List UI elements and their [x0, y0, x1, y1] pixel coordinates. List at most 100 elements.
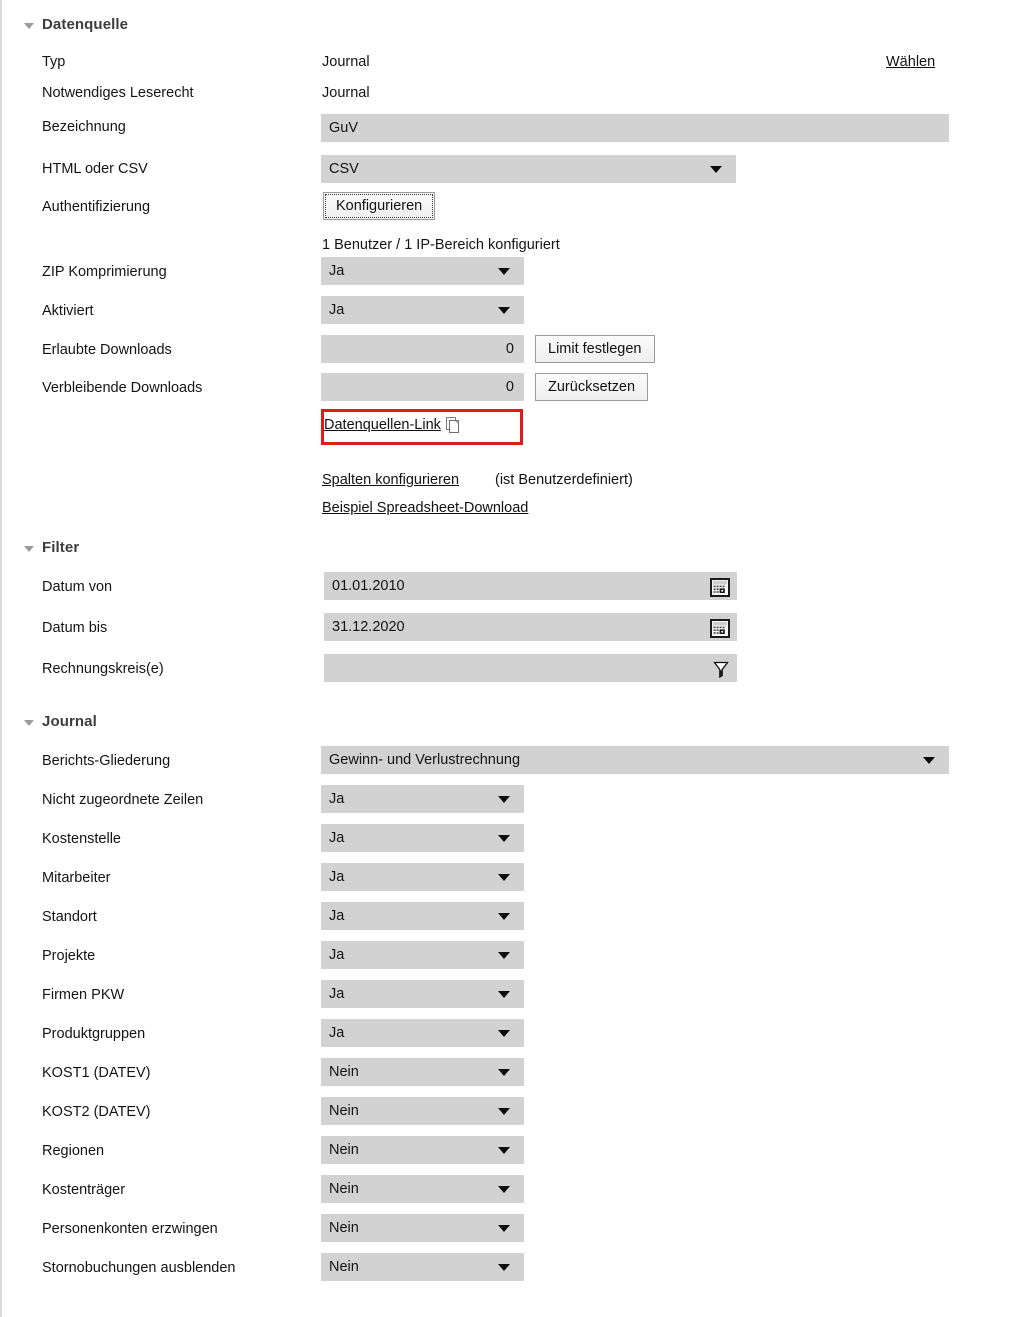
- journal-option-value: Ja: [329, 830, 345, 846]
- auth-status-text: 1 Benutzer / 1 IP-Bereich konfiguriert: [322, 237, 560, 253]
- journal-option-value: Nein: [329, 1103, 359, 1119]
- row-datum-bis: Datum bis: [2, 613, 1015, 643]
- label-rechnungskreise: Rechnungskreis(e): [42, 661, 164, 677]
- calendar-icon[interactable]: [710, 578, 730, 601]
- chevron-down-icon: [498, 1263, 510, 1271]
- label-erlaubte-downloads: Erlaubte Downloads: [42, 342, 172, 358]
- row-typ: Typ Journal Wählen: [2, 47, 1015, 77]
- journal-option-label: Stornobuchungen ausblenden: [42, 1260, 236, 1276]
- row-leserecht: Notwendiges Leserecht Journal: [2, 78, 1015, 108]
- label-leserecht: Notwendiges Leserecht: [42, 85, 194, 101]
- filter-funnel-icon[interactable]: [712, 659, 730, 683]
- chevron-down-icon: [24, 719, 34, 726]
- aktiviert-dropdown[interactable]: Ja: [321, 296, 524, 324]
- row-journal-option: KOST1 (DATEV) Nein: [2, 1058, 1015, 1088]
- chevron-down-icon: [498, 795, 510, 803]
- row-journal-option: Mitarbeiter Ja: [2, 863, 1015, 893]
- row-auth: Authentifizierung Konfigurieren: [2, 192, 1015, 222]
- zuruecksetzen-button[interactable]: Zurücksetzen: [535, 373, 649, 401]
- label-typ: Typ: [42, 54, 66, 70]
- journal-option-dropdown[interactable]: Nein: [321, 1058, 524, 1086]
- beispiel-spreadsheet-download-link[interactable]: Beispiel Spreadsheet-Download: [322, 498, 528, 518]
- row-journal-option: KOST2 (DATEV) Nein: [2, 1097, 1015, 1127]
- spalten-konfigurieren-link[interactable]: Spalten konfigurieren: [322, 470, 459, 490]
- bezeichnung-input[interactable]: [321, 114, 949, 142]
- verbleibende-downloads-input[interactable]: [321, 373, 524, 401]
- journal-option-value: Ja: [329, 908, 345, 924]
- chevron-down-icon: [498, 912, 510, 920]
- chevron-down-icon: [498, 1224, 510, 1232]
- waehlen-link[interactable]: Wählen: [886, 52, 935, 72]
- datenquellen-link-label: Datenquellen-Link: [324, 417, 441, 433]
- limit-festlegen-button[interactable]: Limit festlegen: [535, 335, 655, 363]
- calendar-icon[interactable]: [710, 619, 730, 642]
- label-datum-bis: Datum bis: [42, 620, 108, 636]
- row-format: HTML oder CSV CSV: [2, 154, 1015, 184]
- copy-icon[interactable]: [443, 415, 463, 435]
- journal-option-value: Nein: [329, 1064, 359, 1080]
- chevron-down-icon: [498, 990, 510, 998]
- journal-option-dropdown[interactable]: Ja: [321, 902, 524, 930]
- journal-option-dropdown[interactable]: Nein: [321, 1097, 524, 1125]
- chevron-down-icon: [498, 1068, 510, 1076]
- journal-option-label: Nicht zugeordnete Zeilen: [42, 792, 204, 808]
- row-journal-option: Kostenträger Nein: [2, 1175, 1015, 1205]
- chevron-down-icon: [710, 165, 722, 173]
- journal-option-label: KOST1 (DATEV): [42, 1065, 151, 1081]
- value-typ: Journal: [322, 54, 370, 70]
- zip-dropdown[interactable]: Ja: [321, 257, 524, 285]
- journal-option-label: Regionen: [42, 1143, 105, 1159]
- journal-option-value: Ja: [329, 791, 345, 807]
- journal-option-dropdown[interactable]: Ja: [321, 863, 524, 891]
- journal-option-label: Firmen PKW: [42, 987, 125, 1003]
- section-header-journal[interactable]: Journal: [24, 713, 97, 730]
- erlaubte-downloads-input[interactable]: [321, 335, 524, 363]
- section-header-filter[interactable]: Filter: [24, 539, 79, 556]
- chevron-down-icon: [498, 306, 510, 314]
- journal-option-label: KOST2 (DATEV): [42, 1104, 151, 1120]
- row-journal-option: Standort Ja: [2, 902, 1015, 932]
- journal-option-value: Nein: [329, 1181, 359, 1197]
- label-berichts-gliederung: Berichts-Gliederung: [42, 753, 171, 769]
- chevron-down-icon: [498, 1146, 510, 1154]
- journal-option-dropdown[interactable]: Ja: [321, 941, 524, 969]
- berichts-gliederung-dropdown[interactable]: Gewinn- und Verlustrechnung: [321, 746, 949, 774]
- rechnungskreise-input[interactable]: [324, 654, 737, 682]
- section-header-datenquelle[interactable]: Datenquelle: [24, 16, 128, 33]
- journal-option-dropdown[interactable]: Nein: [321, 1136, 524, 1164]
- row-datum-von: Datum von: [2, 572, 1015, 602]
- datum-von-input[interactable]: [324, 572, 737, 600]
- chevron-down-icon: [498, 834, 510, 842]
- journal-option-value: Nein: [329, 1220, 359, 1236]
- journal-option-label: Kostenträger: [42, 1182, 126, 1198]
- journal-option-value: Nein: [329, 1259, 359, 1275]
- journal-option-dropdown[interactable]: Ja: [321, 1019, 524, 1047]
- chevron-down-icon: [498, 1185, 510, 1193]
- row-journal-option: Firmen PKW Ja: [2, 980, 1015, 1010]
- berichts-gliederung-value: Gewinn- und Verlustrechnung: [329, 752, 521, 768]
- row-zip: ZIP Komprimierung Ja: [2, 257, 1015, 287]
- row-bezeichnung: Bezeichnung: [2, 112, 1015, 142]
- journal-option-label: Projekte: [42, 948, 96, 964]
- journal-option-value: Ja: [329, 947, 345, 963]
- journal-option-dropdown[interactable]: Nein: [321, 1253, 524, 1281]
- chevron-down-icon: [923, 756, 935, 764]
- label-format: HTML oder CSV: [42, 161, 148, 177]
- datenquellen-link[interactable]: Datenquellen-Link: [324, 415, 463, 435]
- journal-option-dropdown[interactable]: Ja: [321, 824, 524, 852]
- journal-option-dropdown[interactable]: Ja: [321, 785, 524, 813]
- journal-option-dropdown[interactable]: Nein: [321, 1175, 524, 1203]
- journal-option-dropdown[interactable]: Nein: [321, 1214, 524, 1242]
- row-rechnungskreise: Rechnungskreis(e): [2, 654, 1015, 684]
- datum-bis-input[interactable]: [324, 613, 737, 641]
- format-dropdown[interactable]: CSV: [321, 155, 736, 183]
- row-journal-option: Regionen Nein: [2, 1136, 1015, 1166]
- journal-option-dropdown[interactable]: Ja: [321, 980, 524, 1008]
- value-leserecht: Journal: [322, 85, 370, 101]
- chevron-down-icon: [498, 873, 510, 881]
- zip-dropdown-value: Ja: [329, 263, 345, 279]
- konfigurieren-button[interactable]: Konfigurieren: [323, 192, 436, 220]
- chevron-down-icon: [24, 22, 34, 29]
- journal-option-value: Nein: [329, 1142, 359, 1158]
- journal-option-label: Personenkonten erzwingen: [42, 1221, 218, 1237]
